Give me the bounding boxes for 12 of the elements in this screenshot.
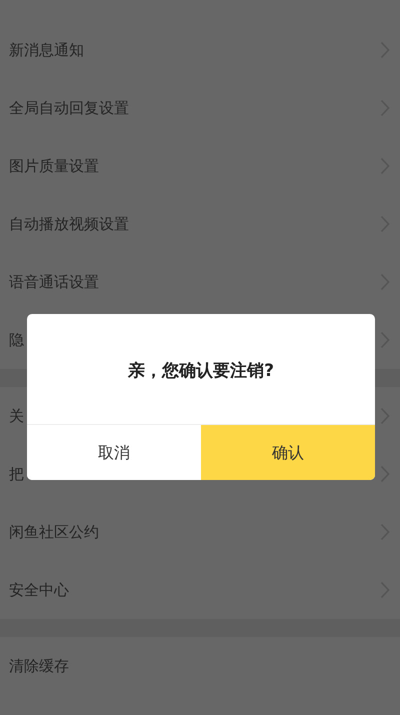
row-label: 安全中心 [9, 580, 69, 601]
row-label: 图片质量设置 [9, 156, 99, 177]
row-label: 新消息通知 [9, 40, 84, 61]
row-label: 全局自动回复设置 [9, 98, 129, 119]
row-label: 语音通话设置 [9, 272, 99, 293]
row-label: 把 [9, 464, 24, 485]
row-label: 自动播放视频设置 [9, 214, 129, 235]
row-label: 关 [9, 406, 24, 427]
dialog-message: 亲，您确认要注销? [128, 360, 274, 384]
row-label: 闲鱼社区公约 [9, 522, 99, 543]
row-label: 清除缓存 [9, 656, 69, 677]
row-label: 隐 [9, 330, 24, 351]
